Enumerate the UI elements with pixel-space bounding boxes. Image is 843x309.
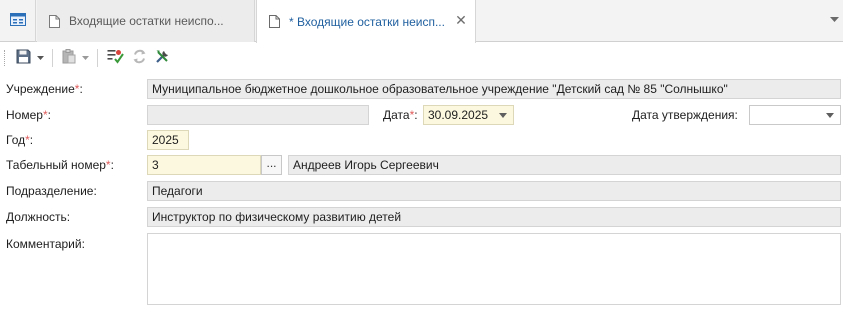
- save-button[interactable]: [13, 47, 34, 69]
- institution-field: Муниципальное бюджетное дошкольное образ…: [147, 79, 841, 99]
- tab-title: * Входящие остатки неисп...: [289, 14, 445, 29]
- approval-date-chevron-down-icon[interactable]: [826, 113, 834, 118]
- tabs-menu-chevron-down-icon[interactable]: [828, 14, 840, 26]
- document-icon: [49, 14, 60, 28]
- approval-date-picker[interactable]: [749, 105, 841, 125]
- tab-title: Входящие остатки неиспо...: [69, 14, 224, 28]
- check-list-icon: [107, 49, 124, 67]
- tab-number-select-button[interactable]: ...: [261, 155, 282, 175]
- tools-icon: [155, 49, 170, 67]
- number-label: Номер*:: [6, 108, 51, 122]
- settings-tools-button[interactable]: [152, 47, 173, 69]
- position-label: Должность:: [6, 210, 71, 224]
- form-list-icon: [9, 13, 26, 29]
- home-tab[interactable]: [0, 0, 36, 42]
- refresh-button[interactable]: [129, 47, 150, 69]
- save-icon: [16, 49, 31, 67]
- comment-label: Комментарий:: [6, 237, 85, 251]
- tab-number-label: Табельный номер*:: [6, 158, 114, 172]
- department-field: Педагоги: [147, 181, 841, 201]
- number-field: [147, 105, 369, 125]
- institution-label: Учреждение*:: [6, 82, 83, 96]
- paste-button[interactable]: [59, 47, 79, 69]
- tab-document-1[interactable]: Входящие остатки неиспо...: [37, 0, 255, 42]
- check-button[interactable]: [104, 47, 127, 69]
- tab-number-input[interactable]: 3: [147, 155, 261, 175]
- date-picker[interactable]: 30.09.2025: [423, 105, 514, 125]
- year-input[interactable]: 2025: [147, 130, 189, 150]
- toolbar-separator: [52, 49, 53, 67]
- approval-date-label: Дата утверждения:: [632, 108, 738, 122]
- employee-name-field: Андреев Игорь Сергеевич: [288, 155, 841, 175]
- refresh-icon: [132, 49, 147, 67]
- save-menu-chevron-down-icon[interactable]: [36, 56, 45, 60]
- date-label: Дата*:: [383, 108, 418, 122]
- close-tab-icon[interactable]: ✕: [454, 13, 468, 27]
- tab-document-2-active[interactable]: * Входящие остатки неисп... ✕: [256, 0, 476, 43]
- date-value: 30.09.2025: [428, 108, 489, 122]
- toolbar-separator: [97, 49, 98, 67]
- department-label: Подразделение:: [6, 184, 97, 198]
- document-icon: [269, 15, 280, 28]
- position-field: Инструктор по физическому развитию детей: [147, 207, 841, 227]
- year-label: Год*:: [6, 133, 34, 147]
- comment-textarea[interactable]: [147, 233, 841, 305]
- date-chevron-down-icon[interactable]: [499, 113, 507, 118]
- toolbar-grip[interactable]: [4, 50, 8, 66]
- toolbar: [0, 45, 843, 71]
- paste-menu-chevron-down-icon[interactable]: [81, 56, 90, 60]
- paste-icon: [62, 49, 76, 67]
- tab-bar: Входящие остатки неиспо... * Входящие ос…: [0, 0, 843, 43]
